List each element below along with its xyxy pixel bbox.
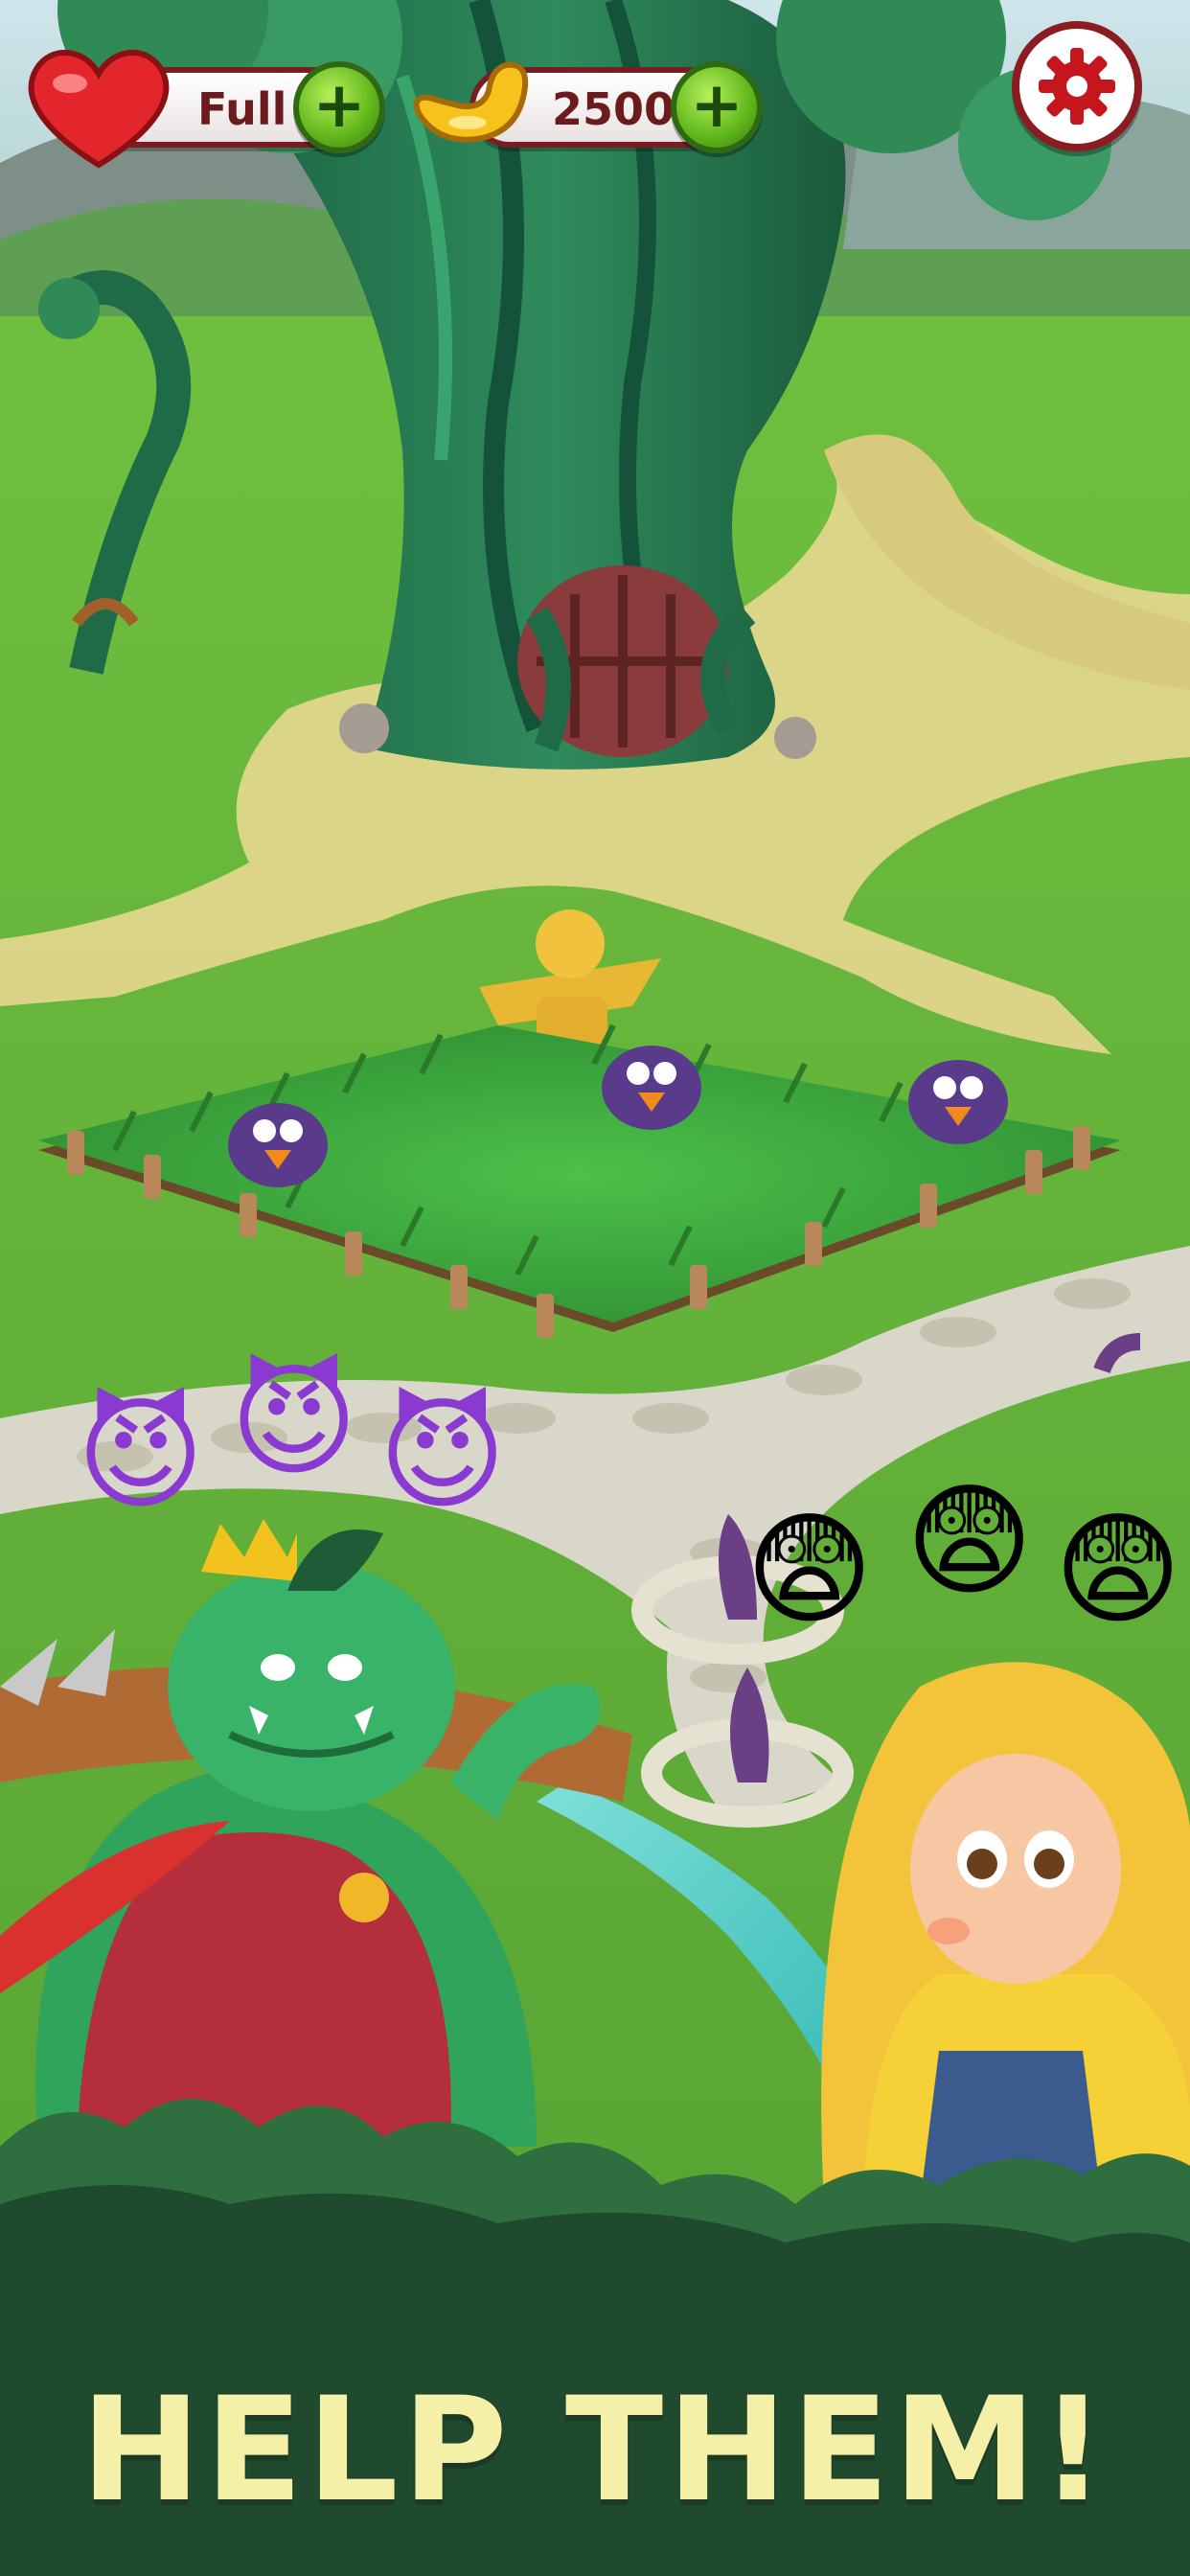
devil-emoji: 😈 bbox=[77, 1384, 205, 1527]
scared-emoji: 😨 bbox=[745, 1499, 874, 1642]
devil-emoji: 😈 bbox=[230, 1350, 358, 1493]
scared-emoji: 😨 bbox=[905, 1470, 1034, 1613]
add-lives-button[interactable]: + bbox=[293, 61, 385, 153]
top-hud: Full + 2500 + bbox=[0, 21, 1190, 169]
game-world-scene bbox=[0, 0, 1190, 2576]
jellybean-icon bbox=[413, 61, 529, 143]
help-them-banner: HELP THEM! bbox=[80, 2367, 1110, 2534]
lives-value: Full bbox=[197, 83, 287, 135]
gear-icon bbox=[1039, 48, 1115, 125]
currency-value: 2500 bbox=[552, 83, 675, 135]
heart-icon bbox=[28, 50, 170, 169]
settings-button[interactable] bbox=[1012, 21, 1142, 151]
devil-emoji: 😈 bbox=[378, 1384, 507, 1527]
scared-emoji: 😨 bbox=[1054, 1499, 1182, 1642]
add-currency-button[interactable]: + bbox=[671, 61, 763, 153]
